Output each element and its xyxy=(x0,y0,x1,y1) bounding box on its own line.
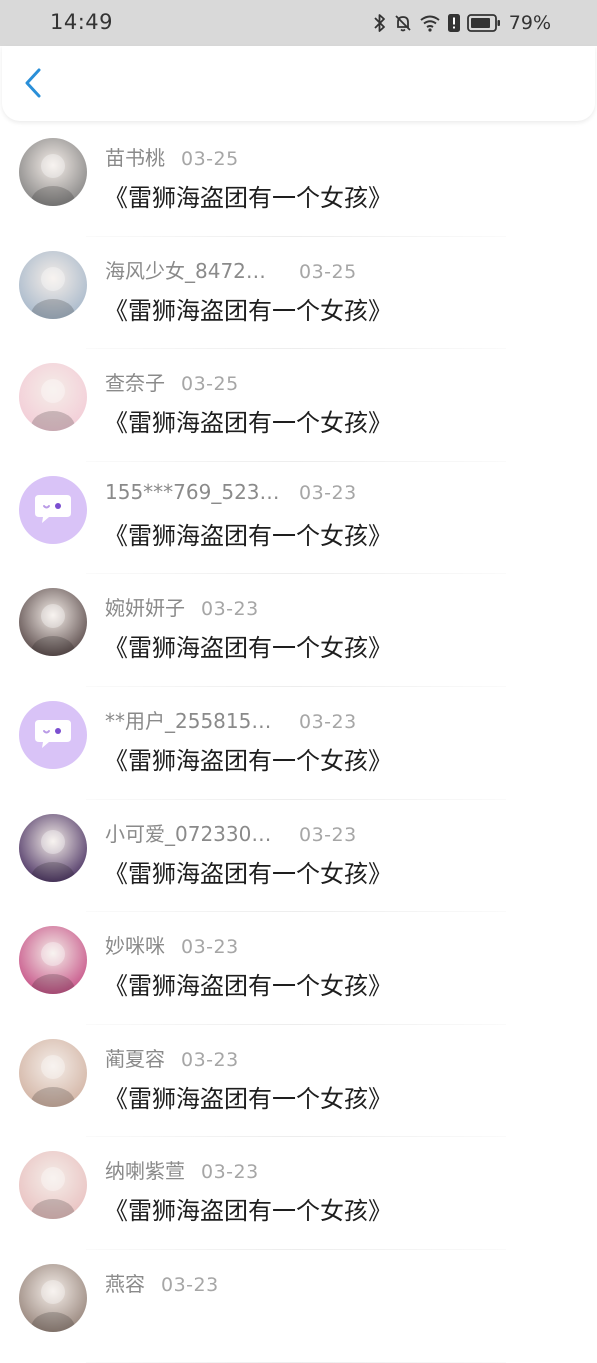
item-meta: 蔺夏容 03-23 xyxy=(105,1043,239,1072)
item-meta: 小可爱_072330… 03-23 xyxy=(105,818,357,847)
chat-bubble-icon xyxy=(33,491,73,529)
avatar[interactable] xyxy=(19,475,87,544)
avatar-photo xyxy=(19,250,87,319)
list-item[interactable]: 蔺夏容 03-23 《雷狮海盗团有一个女孩》 xyxy=(0,1025,597,1138)
item-meta: 155***769_523… 03-23 xyxy=(105,480,357,504)
item-meta: **用户_255815… 03-23 xyxy=(105,705,357,734)
avatar-photo xyxy=(19,588,87,657)
item-meta: 苗书桃 03-25 xyxy=(105,142,239,171)
status-icons: 79% xyxy=(373,12,551,34)
bluetooth-icon xyxy=(373,13,387,33)
battery-percent: 79% xyxy=(508,12,551,34)
work-title[interactable]: 《雷狮海盗团有一个女孩》 xyxy=(104,628,392,663)
post-date: 03-25 xyxy=(181,373,239,396)
post-date: 03-23 xyxy=(161,1273,219,1296)
work-title[interactable]: 《雷狮海盗团有一个女孩》 xyxy=(104,1191,392,1226)
post-date: 03-25 xyxy=(181,148,239,170)
list-item[interactable]: 妙咪咪 03-23 《雷狮海盗团有一个女孩》 xyxy=(0,912,597,1025)
work-title[interactable]: 《雷狮海盗团有一个女孩》 xyxy=(104,854,392,889)
post-date: 03-23 xyxy=(201,1161,259,1184)
battery-icon xyxy=(466,14,501,32)
user-name[interactable]: 苗书桃 xyxy=(105,142,165,171)
alert-icon xyxy=(447,13,461,33)
list-item[interactable]: 燕容 03-23 xyxy=(0,1250,597,1363)
avatar[interactable] xyxy=(19,926,87,995)
work-title[interactable]: 《雷狮海盗团有一个女孩》 xyxy=(104,966,392,1001)
work-title[interactable]: 《雷狮海盗团有一个女孩》 xyxy=(104,1079,392,1114)
comment-list: 苗书桃 03-25 《雷狮海盗团有一个女孩》 海风少女_8472… 03-25 《雷狮海盗… xyxy=(0,124,597,1363)
status-bar: 14:49 79% xyxy=(0,0,597,46)
user-name[interactable]: 小可爱_072330… xyxy=(105,818,281,847)
work-title[interactable]: 《雷狮海盗团有一个女孩》 xyxy=(104,516,392,551)
avatar[interactable] xyxy=(19,138,87,206)
list-item[interactable]: 苗书桃 03-25 《雷狮海盗团有一个女孩》 xyxy=(0,124,597,237)
avatar-photo xyxy=(19,1151,87,1220)
user-name[interactable]: 燕容 xyxy=(105,1268,145,1297)
list-item[interactable]: 小可爱_072330… 03-23 《雷狮海盗团有一个女孩》 xyxy=(0,800,597,913)
work-title[interactable]: 《雷狮海盗团有一个女孩》 xyxy=(104,178,392,213)
post-date: 03-23 xyxy=(299,710,357,733)
post-date: 03-23 xyxy=(299,481,357,504)
avatar[interactable] xyxy=(19,1151,87,1220)
item-meta: 查奈子 03-25 xyxy=(105,367,239,396)
user-name[interactable]: 查奈子 xyxy=(105,367,165,396)
list-item[interactable]: 海风少女_8472… 03-25 《雷狮海盗团有一个女孩》 xyxy=(0,237,597,350)
avatar[interactable] xyxy=(19,1263,87,1332)
list-item[interactable]: 婉妍妍子 03-23 《雷狮海盗团有一个女孩》 xyxy=(0,574,597,687)
post-date: 03-25 xyxy=(299,260,357,283)
avatar-photo xyxy=(19,363,87,432)
user-name[interactable]: 婉妍妍子 xyxy=(105,592,185,621)
post-date: 03-23 xyxy=(201,598,259,621)
avatar-photo xyxy=(19,926,87,995)
item-meta: 燕容 03-23 xyxy=(105,1268,219,1297)
divider xyxy=(86,1361,506,1363)
avatar[interactable] xyxy=(19,588,87,657)
nav-bar xyxy=(2,46,595,121)
mute-icon xyxy=(393,13,413,33)
back-button[interactable] xyxy=(16,68,50,102)
work-title[interactable]: 《雷狮海盗团有一个女孩》 xyxy=(104,403,392,438)
work-title[interactable]: 《雷狮海盗团有一个女孩》 xyxy=(104,291,392,326)
post-date: 03-23 xyxy=(299,823,357,846)
work-title[interactable]: 《雷狮海盗团有一个女孩》 xyxy=(104,741,392,776)
avatar[interactable] xyxy=(19,363,87,432)
avatar-photo xyxy=(19,138,87,206)
list-item[interactable]: 查奈子 03-25 《雷狮海盗团有一个女孩》 xyxy=(0,349,597,462)
list-item[interactable]: **用户_255815… 03-23 《雷狮海盗团有一个女孩》 xyxy=(0,687,597,800)
avatar[interactable] xyxy=(19,700,87,769)
status-time: 14:49 xyxy=(50,10,114,34)
post-date: 03-23 xyxy=(181,1048,239,1071)
post-date: 03-23 xyxy=(181,936,239,959)
chat-bubble-icon xyxy=(33,716,73,754)
avatar-photo xyxy=(19,813,87,882)
user-name[interactable]: 海风少女_8472… xyxy=(105,255,281,284)
user-name[interactable]: 155***769_523… xyxy=(105,480,281,504)
user-name[interactable]: 纳喇紫萱 xyxy=(105,1155,185,1184)
list-item[interactable]: 155***769_523… 03-23 《雷狮海盗团有一个女孩》 xyxy=(0,462,597,575)
list-item[interactable]: 纳喇紫萱 03-23 《雷狮海盗团有一个女孩》 xyxy=(0,1137,597,1250)
avatar[interactable] xyxy=(19,813,87,882)
user-name[interactable]: 妙咪咪 xyxy=(105,930,165,959)
wifi-icon xyxy=(419,14,441,32)
item-meta: 纳喇紫萱 03-23 xyxy=(105,1155,259,1184)
item-meta: 婉妍妍子 03-23 xyxy=(105,592,259,621)
item-meta: 海风少女_8472… 03-25 xyxy=(105,255,357,284)
chevron-left-icon xyxy=(23,67,43,103)
user-name[interactable]: 蔺夏容 xyxy=(105,1043,165,1072)
item-meta: 妙咪咪 03-23 xyxy=(105,930,239,959)
avatar-photo xyxy=(19,1263,87,1332)
avatar[interactable] xyxy=(19,1038,87,1107)
avatar-photo xyxy=(19,1038,87,1107)
user-name[interactable]: **用户_255815… xyxy=(105,705,281,734)
avatar[interactable] xyxy=(19,250,87,319)
